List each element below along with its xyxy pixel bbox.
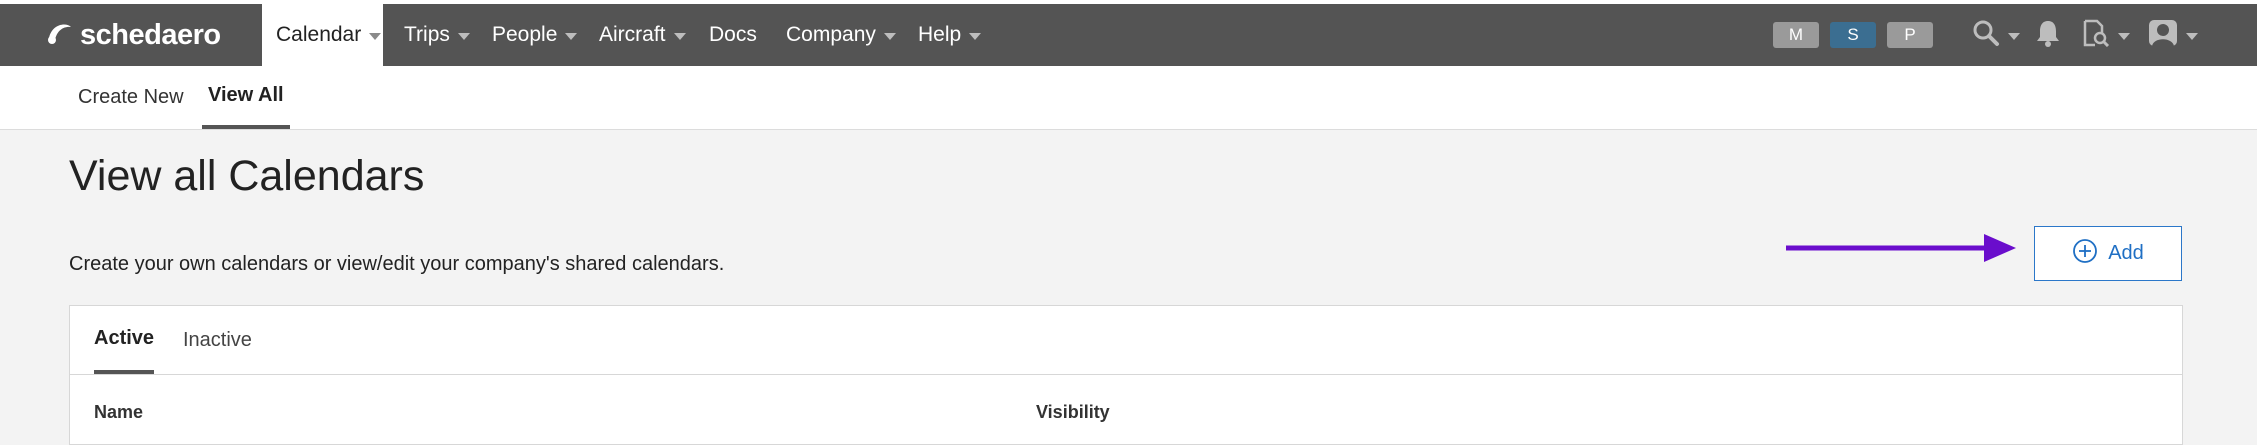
document-search-icon: [2082, 19, 2110, 52]
tab-divider: [70, 374, 2182, 375]
chevron-down-icon: [565, 32, 578, 40]
tab-inactive[interactable]: Inactive: [183, 306, 252, 374]
chevron-down-icon: [969, 32, 982, 40]
brand-logo[interactable]: schedaero: [44, 18, 221, 52]
chevron-down-icon: [2186, 32, 2198, 40]
mode-pill-p[interactable]: P: [1887, 22, 1933, 48]
search-icon: [1972, 19, 2000, 52]
bell-icon: [2035, 19, 2061, 52]
user-avatar-icon: [2148, 19, 2178, 52]
nav-docs-label: Docs: [709, 23, 757, 46]
chevron-down-icon: [2118, 32, 2130, 40]
chevron-down-icon: [673, 32, 686, 40]
chevron-down-icon: [369, 32, 382, 40]
subtab-view-all[interactable]: View All: [202, 66, 290, 129]
mode-pill-m[interactable]: M: [1773, 22, 1819, 48]
add-button-label: Add: [2108, 242, 2144, 264]
page-description: Create your own calendars or view/edit y…: [69, 253, 725, 275]
nav-docs[interactable]: Docs: [695, 4, 771, 66]
chevron-down-icon: [457, 32, 470, 40]
notifications-button[interactable]: [2035, 18, 2061, 52]
annotation-arrow-icon: [1784, 230, 2018, 271]
nav-help[interactable]: Help: [904, 4, 995, 66]
chevron-down-icon: [2008, 32, 2020, 40]
nav-company[interactable]: Company: [772, 4, 910, 66]
tab-active[interactable]: Active: [94, 306, 155, 374]
nav-calendar-label: Calendar: [276, 23, 362, 46]
logo-text: schedaero: [80, 18, 221, 51]
column-header-name[interactable]: Name: [94, 402, 143, 423]
nav-trips-label: Trips: [404, 23, 450, 46]
sub-navigation: Create New View All: [0, 66, 2257, 130]
search-menu[interactable]: [1972, 18, 2020, 52]
nav-trips[interactable]: Trips: [390, 4, 484, 66]
calendars-panel: Active Inactive Name Visibility: [69, 305, 2183, 445]
plus-circle-icon: [2072, 238, 2098, 270]
subtab-create-new[interactable]: Create New: [78, 66, 184, 129]
nav-calendar[interactable]: Calendar: [262, 4, 383, 66]
document-search-menu[interactable]: [2082, 18, 2130, 52]
add-calendar-button[interactable]: Add: [2034, 226, 2182, 281]
nav-people[interactable]: People: [478, 4, 591, 66]
logo-mark-icon: [44, 18, 74, 53]
nav-company-label: Company: [786, 23, 876, 46]
chevron-down-icon: [883, 32, 896, 40]
mode-pill-s[interactable]: S: [1830, 22, 1876, 48]
user-menu[interactable]: [2148, 18, 2198, 52]
page-title: View all Calendars: [69, 152, 425, 200]
nav-aircraft-label: Aircraft: [599, 23, 666, 46]
nav-help-label: Help: [918, 23, 962, 46]
top-navbar: schedaero Calendar Trips People Aircraft…: [0, 4, 2257, 66]
nav-people-label: People: [492, 23, 558, 46]
nav-aircraft[interactable]: Aircraft: [585, 4, 700, 66]
column-header-visibility[interactable]: Visibility: [1036, 402, 1110, 423]
